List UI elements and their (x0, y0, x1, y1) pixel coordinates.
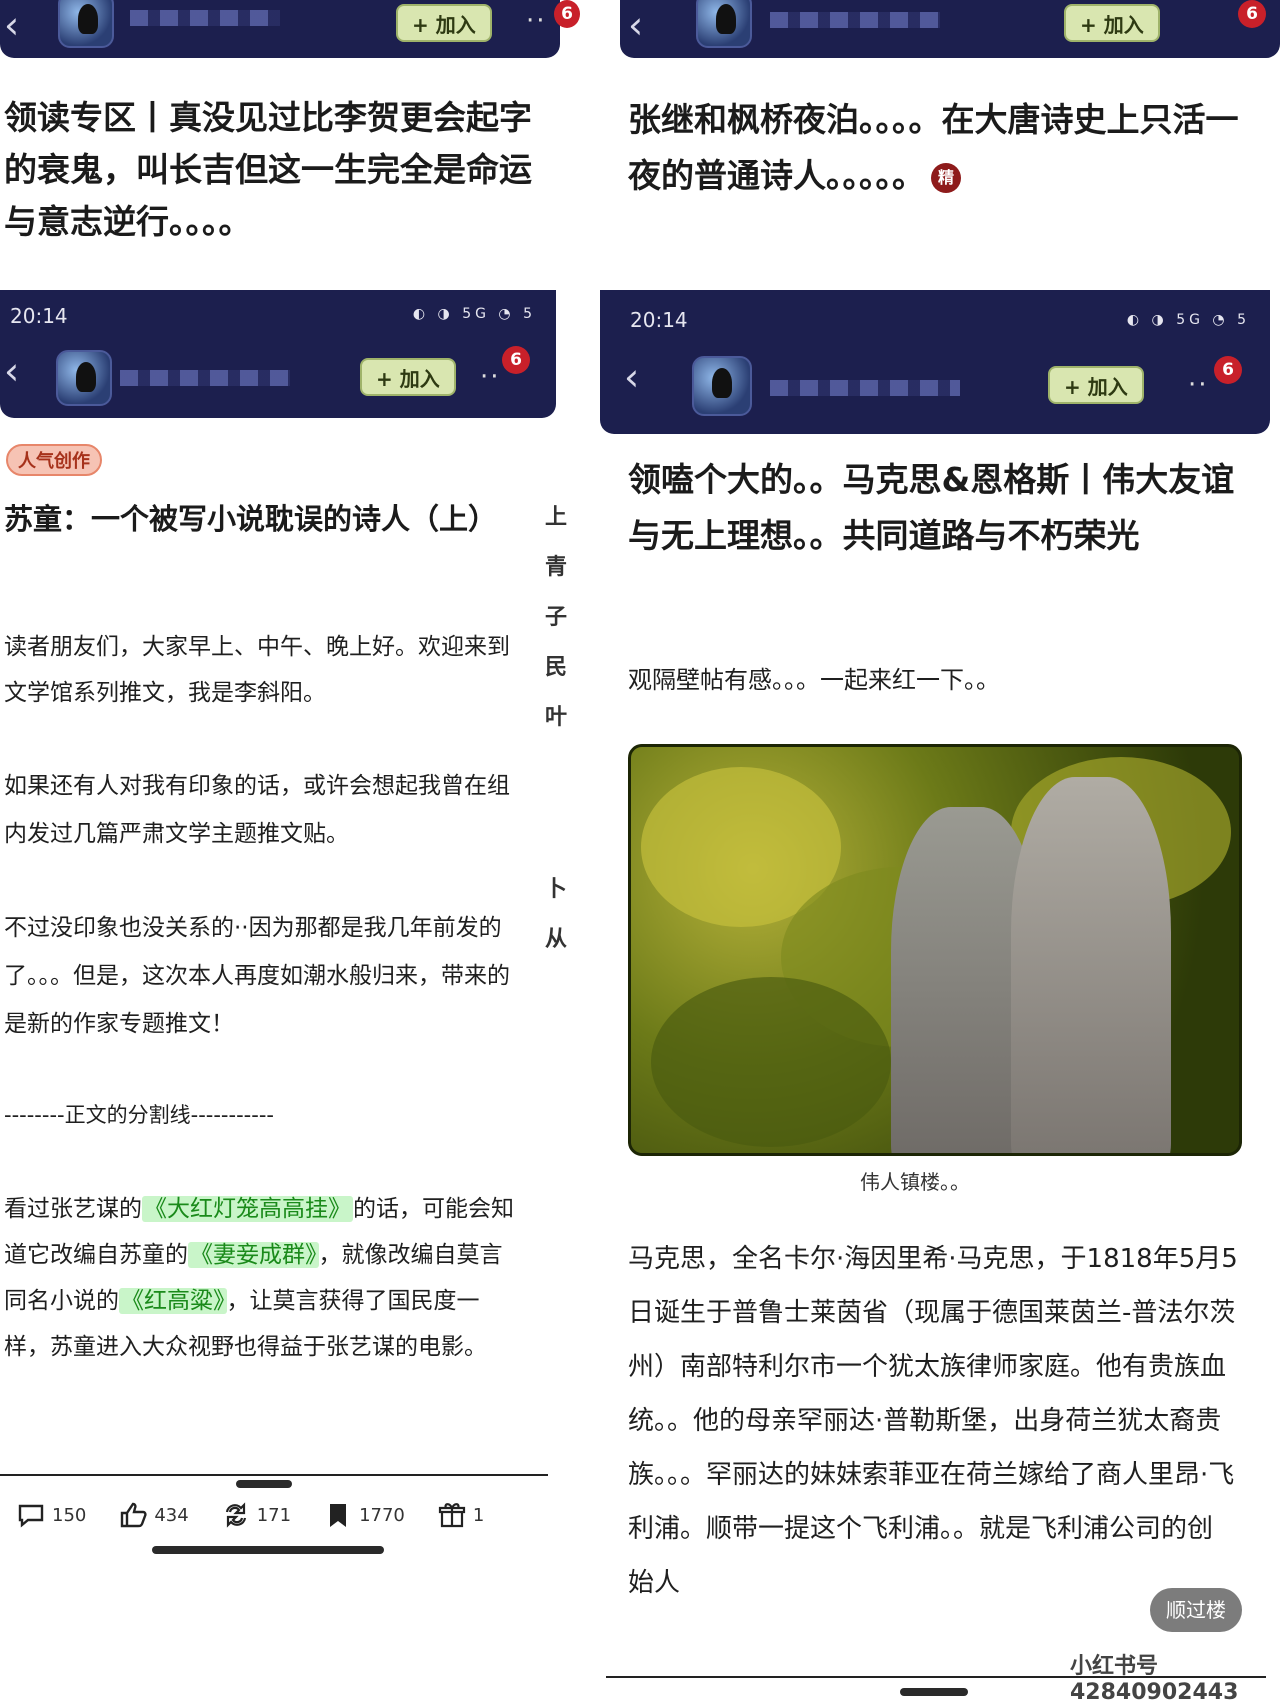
join-button[interactable]: + 加入 (360, 358, 456, 396)
photo-caption: 伟人镇楼。。 (860, 1170, 970, 1194)
home-indicator (152, 1546, 384, 1554)
comment-count: 150 (52, 1504, 87, 1526)
avatar[interactable] (692, 356, 752, 416)
notification-badge: 6 (502, 346, 530, 374)
share-button[interactable]: 171 (221, 1500, 291, 1530)
post-title[interactable]: 领嗑个大的。。马克思&恩格斯丨伟大友谊与无上理想。。共同道路与不朽荣光 (628, 452, 1248, 564)
foliage (651, 977, 891, 1147)
gift-count: 1 (472, 1504, 485, 1526)
vertical-char: 卜 (544, 877, 567, 902)
masked-group-name (770, 12, 940, 28)
more-icon[interactable]: ·· (526, 6, 547, 36)
divider (606, 1676, 1266, 1678)
back-arrow-icon[interactable]: ‹ (628, 6, 643, 44)
post-title[interactable]: 领读专区丨真没见过比李贺更会起字的衰鬼，叫长吉但这一生完全是命运与意志逆行。。。… (4, 92, 560, 248)
repost-icon (225, 1502, 246, 1528)
book-link[interactable]: 《红高粱》 (119, 1288, 227, 1314)
left-top-navbar: ‹ + 加入 ·· 6 (0, 0, 580, 58)
screenshot-collage: ‹ + 加入 ·· 6 领读专区丨真没见过比李贺更会起字的衰鬼，叫长吉但这一生完… (0, 0, 1280, 1707)
paragraph: 看过张艺谋的《大红灯笼高高挂》的话，可能会知道它改编自苏童的《妻妾成群》，就像改… (4, 1186, 518, 1370)
body-text: 马克思，全名卡尔·海因里希·马克思，于1818年5月5日诞生于普鲁士莱茵省（现属… (628, 1244, 1238, 1598)
join-button[interactable]: + 加入 (1064, 4, 1160, 42)
masked-group-name (120, 370, 290, 386)
more-icon[interactable]: ·· (1188, 370, 1209, 400)
avatar[interactable] (696, 0, 752, 48)
text-span: 看过张艺谋的 (4, 1196, 142, 1222)
share-count: 171 (256, 1504, 292, 1526)
thumbs-up-icon (121, 1502, 147, 1528)
like-count: 434 (154, 1504, 189, 1526)
status-time: 20:14 (630, 308, 688, 332)
book-link[interactable]: 《妻妾成群》 (188, 1242, 319, 1268)
right-top-navbar: ‹ + 加入 6 (620, 0, 1280, 58)
paragraph: 如果还有人对我有印象的话，或许会想起我曾在组内发过几篇严肃文学主题推文贴。 (4, 773, 510, 847)
book-link[interactable]: 《大红灯笼高高挂》 (142, 1196, 353, 1222)
paragraph: 读者朋友们，大家早上、中午、晚上好。欢迎来到文学馆系列推文，我是李斜阳。 (4, 634, 510, 706)
vertical-char: 民 (544, 655, 567, 680)
join-button[interactable]: + 加入 (1048, 366, 1144, 404)
post-title[interactable]: 张继和枫桥夜泊。。。。在大唐诗史上只活一夜的普通诗人。。。。。精 (628, 92, 1248, 204)
more-icon[interactable]: ·· (480, 362, 501, 392)
masked-group-name (770, 380, 960, 396)
favorite-button[interactable]: 1770 (323, 1500, 405, 1530)
hot-creation-tag: 人气创作 (6, 444, 102, 476)
gift-icon (438, 1503, 465, 1528)
favorite-count: 1770 (359, 1504, 405, 1526)
status-icons: ◐ ◑ 5G ◔ 5 (412, 306, 536, 322)
vertical-char: 青 (544, 555, 567, 580)
home-indicator (900, 1688, 968, 1696)
bookmark-icon (330, 1504, 347, 1527)
back-arrow-icon[interactable]: ‹ (624, 358, 639, 396)
statue-photo[interactable] (628, 744, 1242, 1156)
back-arrow-icon[interactable]: ‹ (4, 352, 19, 390)
vertical-char: 叶 (544, 705, 567, 730)
avatar[interactable] (58, 0, 114, 48)
notification-badge: 6 (1238, 0, 1266, 28)
notification-badge: 6 (1214, 356, 1242, 384)
left-app-navbar: 20:14 ◐ ◑ 5G ◔ 5 ‹ + 加入 ·· 6 (0, 290, 556, 418)
masked-group-name (130, 10, 280, 26)
comment-icon (18, 1504, 44, 1528)
intro-text: 观隔壁帖有感。。。一起来红一下。。 (628, 666, 1000, 694)
status-icons: ◐ ◑ 5G ◔ 5 (1126, 312, 1250, 328)
back-arrow-icon[interactable]: ‹ (4, 6, 19, 44)
paragraph: 不过没印象也没关系的··因为那都是我几年前发的了。。。但是，这次本人再度如潮水般… (4, 915, 510, 1037)
floating-button[interactable]: 顺过楼 (1150, 1588, 1242, 1632)
featured-badge: 精 (931, 162, 961, 193)
statue-figure (1011, 777, 1171, 1153)
gift-button[interactable]: 1 (437, 1500, 484, 1530)
avatar[interactable] (56, 350, 112, 406)
vertical-char: 上 (544, 505, 567, 530)
vertical-char: 从 (544, 927, 567, 952)
vertical-char: 子 (544, 605, 567, 630)
post-title[interactable]: 苏童：一个被写小说耽误的诗人（上） (4, 496, 504, 542)
like-button[interactable]: 434 (118, 1500, 189, 1530)
divider (0, 1474, 548, 1476)
join-button[interactable]: + 加入 (396, 4, 492, 42)
comment-button[interactable]: 150 (16, 1500, 86, 1530)
action-bar: 150 434 171 1770 1 (0, 1485, 560, 1545)
divider-text: --------正文的分割线----------- (4, 1103, 274, 1127)
right-app-navbar: 20:14 ◐ ◑ 5G ◔ 5 ‹ + 加入 ·· 6 (600, 290, 1270, 434)
status-time: 20:14 (10, 304, 68, 328)
notification-badge: 6 (554, 0, 580, 28)
